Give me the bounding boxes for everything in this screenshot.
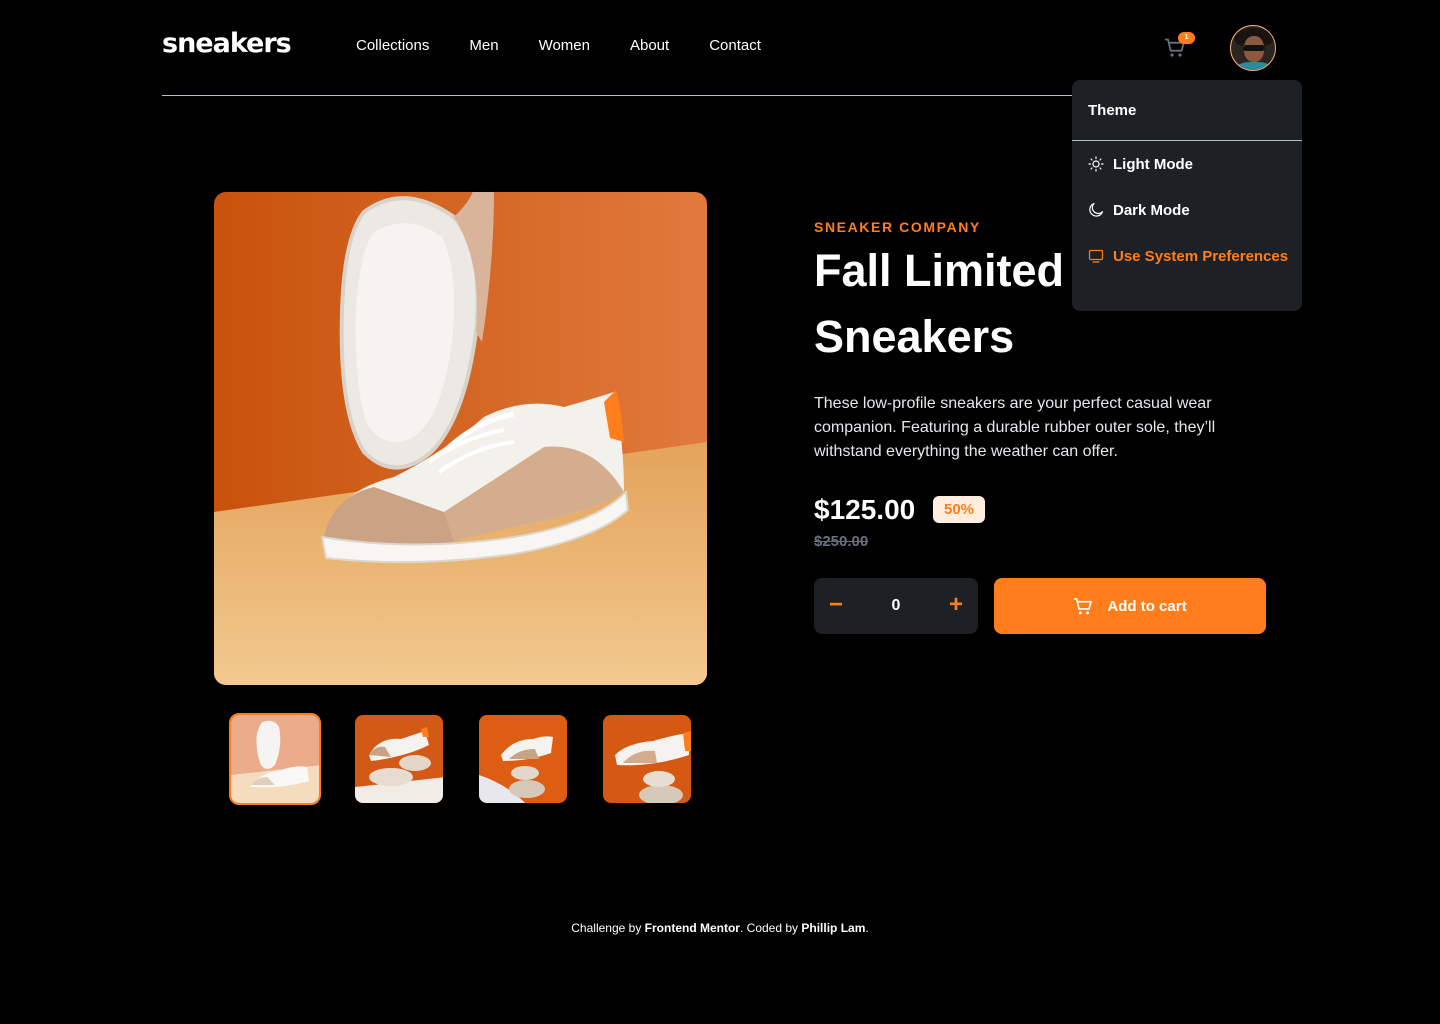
add-to-cart-button[interactable]: Add to cart [994, 578, 1266, 634]
sneaker-photo [214, 192, 707, 685]
thumbnail-1[interactable] [229, 713, 321, 805]
discount-badge: 50% [933, 496, 985, 523]
sun-icon [1088, 156, 1104, 172]
thumbnail-image [231, 715, 319, 803]
avatar[interactable] [1230, 25, 1276, 71]
cart-count-badge: 1 [1178, 32, 1195, 44]
frontend-mentor-link[interactable]: Frontend Mentor [645, 921, 740, 935]
theme-option-label: Light Mode [1113, 155, 1193, 173]
company-name: SNEAKER COMPANY [814, 219, 981, 235]
nav-men[interactable]: Men [469, 37, 498, 54]
nav-about[interactable]: About [630, 37, 669, 54]
original-price: $250.00 [814, 533, 869, 550]
theme-option-system[interactable]: Use System Preferences [1072, 233, 1302, 279]
product-description: These low-profile sneakers are your perf… [814, 395, 1216, 460]
nav-contact[interactable]: Contact [709, 37, 761, 54]
monitor-icon [1088, 249, 1104, 263]
current-price: $125.00 [814, 494, 916, 525]
footer-middle: . Coded by [739, 921, 802, 935]
quantity-stepper: − 0 + [814, 578, 978, 634]
logo[interactable]: sneakers [162, 28, 292, 59]
thumbnail-3[interactable] [477, 713, 569, 805]
decrease-quantity-button[interactable]: − [814, 578, 858, 634]
footer-suffix: . [865, 921, 869, 935]
main-nav: Collections Men Women About Contact [356, 37, 761, 54]
cart-icon [1074, 597, 1093, 614]
quantity-value: 0 [891, 597, 901, 614]
theme-menu-title: Theme [1072, 80, 1302, 141]
moon-icon [1089, 202, 1104, 217]
add-to-cart-label: Add to cart [1107, 597, 1187, 615]
theme-option-dark[interactable]: Dark Mode [1072, 187, 1302, 233]
thumbnail-2[interactable] [353, 713, 445, 805]
product-main-image[interactable] [214, 192, 707, 685]
thumbnail-4[interactable] [601, 713, 693, 805]
nav-collections[interactable]: Collections [356, 37, 429, 54]
cart-button[interactable]: 1 [1164, 32, 1195, 60]
theme-option-light[interactable]: Light Mode [1072, 141, 1302, 187]
footer-prefix: Challenge by [571, 921, 645, 935]
thumbnail-strip [229, 713, 693, 805]
theme-option-label: Dark Mode [1113, 201, 1190, 219]
thumbnail-image [479, 715, 567, 803]
thumbnail-image [603, 715, 691, 803]
theme-option-label: Use System Preferences [1113, 247, 1289, 265]
attribution-footer: Challenge by Frontend Mentor. Coded by P… [0, 921, 1440, 935]
nav-women[interactable]: Women [539, 37, 590, 54]
theme-dropdown: Theme Light Mode Dark Mode Use System Pr… [1072, 80, 1302, 311]
author-link[interactable]: Phillip Lam [801, 921, 865, 935]
thumbnail-image [355, 715, 443, 803]
increase-quantity-button[interactable]: + [934, 578, 978, 634]
